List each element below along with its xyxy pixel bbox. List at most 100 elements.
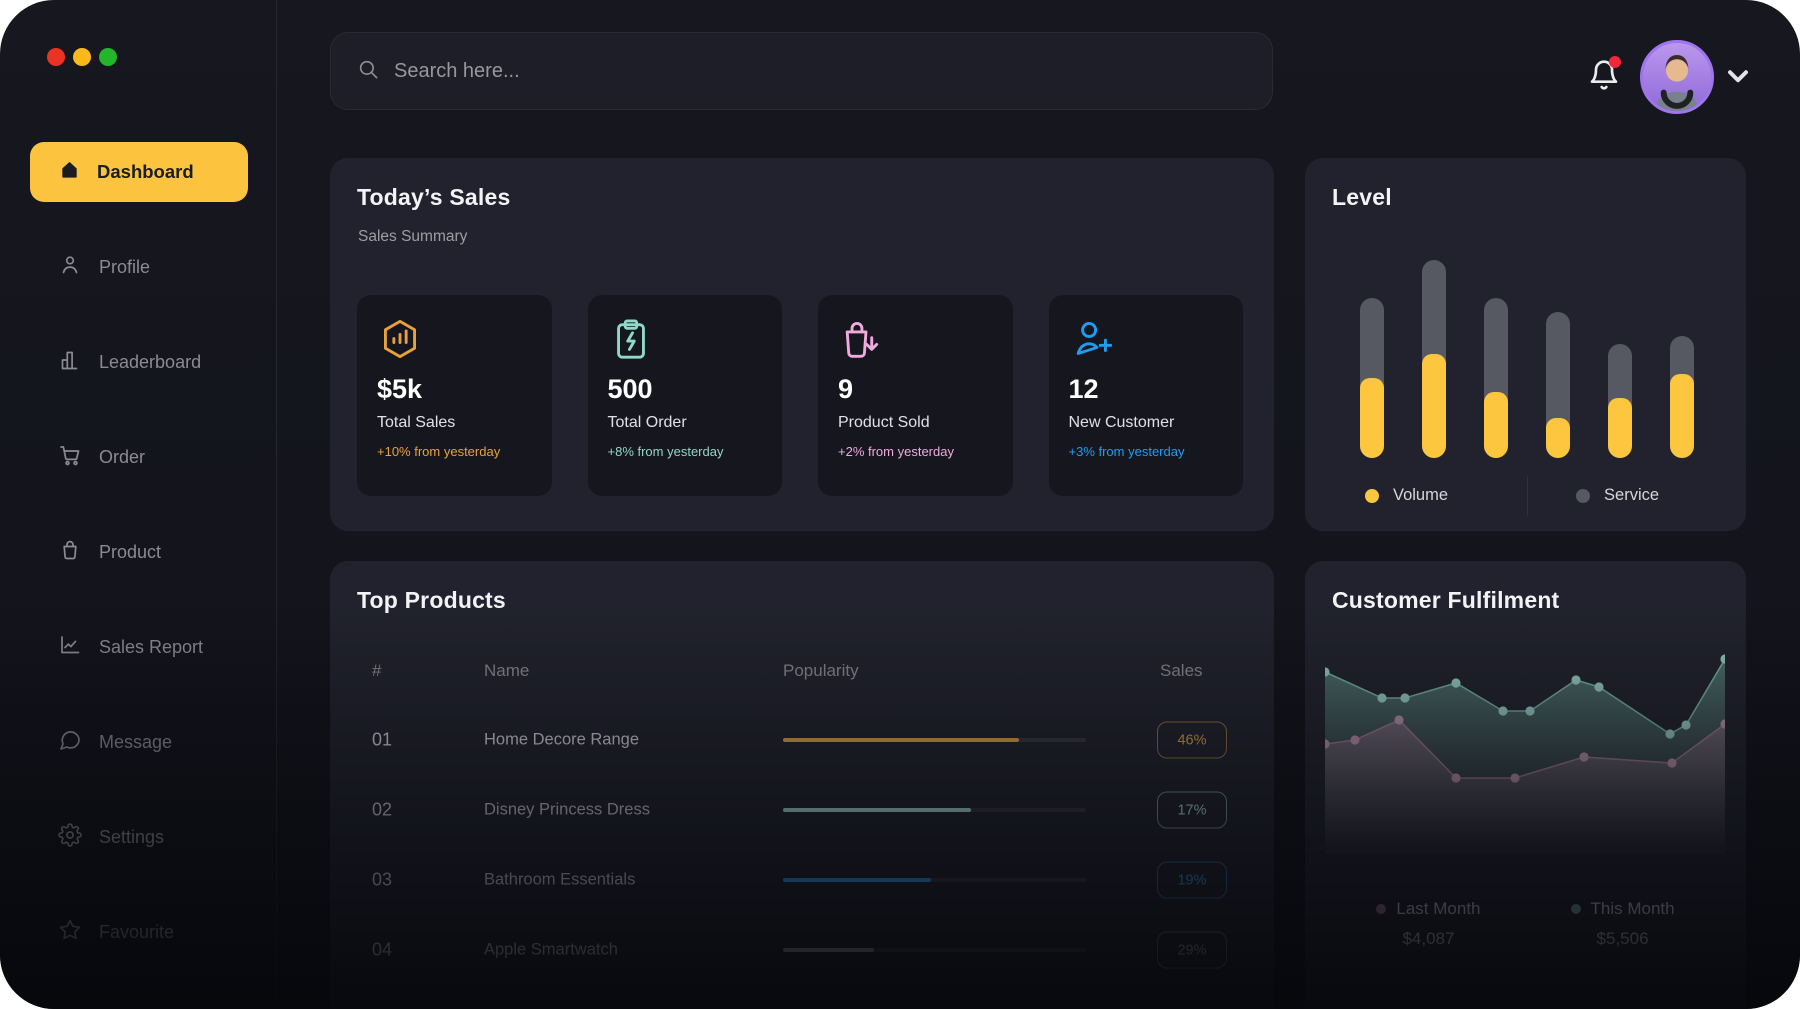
table-row[interactable]: 04Apple Smartwatch29% xyxy=(330,915,1274,985)
level-legend: Volume Service xyxy=(1365,486,1659,505)
stat-value: 9 xyxy=(838,374,993,405)
legend-item-this-month: This Month $5,506 xyxy=(1571,899,1675,949)
product-name: Bathroom Essentials xyxy=(484,871,635,890)
legend-item-last-month: Last Month $4,087 xyxy=(1376,899,1480,949)
window-controls xyxy=(47,48,117,66)
level-bar xyxy=(1608,344,1632,458)
sidebar-item-label: Profile xyxy=(99,257,150,278)
sidebar-item-label: Dashboard xyxy=(97,161,194,183)
top-products-card: Top Products # Name Popularity Sales 01H… xyxy=(330,561,1274,1009)
stat-card-total-sales: $5kTotal Sales+10% from yesterday xyxy=(357,295,552,496)
sidebar-item-label: Favourite xyxy=(99,922,174,943)
legend-value: $5,506 xyxy=(1571,929,1675,949)
card-title: Today’s Sales xyxy=(357,184,510,211)
product-index: 01 xyxy=(372,730,392,751)
sidebar-item-label: Order xyxy=(99,447,145,468)
stat-delta: +2% from yesterday xyxy=(838,444,993,459)
service-legend-dot xyxy=(1576,489,1590,503)
sales-badge: 29% xyxy=(1157,932,1227,969)
sidebar-item-label: Message xyxy=(99,732,172,753)
column-header-index: # xyxy=(372,661,381,681)
product-name: Disney Princess Dress xyxy=(484,801,650,820)
clipboard-bolt-icon xyxy=(608,316,763,362)
column-header-popularity: Popularity xyxy=(783,661,859,681)
sidebar-item-leaderboard[interactable]: Leaderboard xyxy=(30,332,248,392)
popularity-bar xyxy=(783,878,1086,882)
sidebar-item-sales-report[interactable]: Sales Report xyxy=(30,617,248,677)
legend-label: This Month xyxy=(1591,899,1675,919)
sidebar-item-settings[interactable]: Settings xyxy=(30,807,248,867)
search-input[interactable] xyxy=(394,60,1246,83)
sales-badge: 46% xyxy=(1157,722,1227,759)
avatar-photo xyxy=(1643,43,1711,111)
minimize-button[interactable] xyxy=(73,48,91,66)
product-name: Apple Smartwatch xyxy=(484,941,618,960)
bag-arrow-down-icon xyxy=(838,316,993,362)
gear-icon xyxy=(58,823,82,852)
stat-label: New Customer xyxy=(1069,414,1224,432)
level-bar xyxy=(1546,312,1570,458)
product-name: Home Decore Range xyxy=(484,731,639,750)
avatar[interactable] xyxy=(1640,40,1714,114)
sidebar: Dashboard Profile Leaderboard Order Product… xyxy=(0,0,277,1009)
level-bar xyxy=(1360,298,1384,458)
stat-delta: +3% from yesterday xyxy=(1069,444,1224,459)
card-title: Level xyxy=(1332,184,1392,211)
hexagon-bars-icon xyxy=(377,316,532,362)
stat-label: Product Sold xyxy=(838,414,993,432)
sidebar-item-profile[interactable]: Profile xyxy=(30,237,248,297)
zoom-button[interactable] xyxy=(99,48,117,66)
popularity-bar xyxy=(783,948,1086,952)
table-row[interactable]: 02Disney Princess Dress17% xyxy=(330,775,1274,845)
popularity-bar-fill xyxy=(783,878,931,882)
stat-delta: +10% from yesterday xyxy=(377,444,532,459)
table-row[interactable]: 03Bathroom Essentials19% xyxy=(330,845,1274,915)
popularity-bar xyxy=(783,738,1086,742)
legend-value: $4,087 xyxy=(1376,929,1480,949)
sidebar-item-message[interactable]: Message xyxy=(30,712,248,772)
chevron-down-icon xyxy=(1718,79,1758,96)
level-card: Level Volume Service xyxy=(1305,158,1746,531)
user-icon xyxy=(58,253,82,282)
user-plus-icon xyxy=(1069,316,1224,362)
stat-card-new-customer: 12 New Customer +3% from yesterday xyxy=(1049,295,1244,496)
popularity-bar xyxy=(783,808,1086,812)
message-icon xyxy=(58,728,82,757)
sales-badge: 19% xyxy=(1157,862,1227,899)
sidebar-item-label: Product xyxy=(99,542,161,563)
product-index: 02 xyxy=(372,800,392,821)
stat-value: $5k xyxy=(377,374,532,405)
sidebar-item-label: Sales Report xyxy=(99,637,203,658)
star-icon xyxy=(58,918,82,947)
card-title: Customer Fulfilment xyxy=(1332,587,1559,614)
sidebar-item-label: Settings xyxy=(99,827,164,848)
sidebar-item-dashboard[interactable]: Dashboard xyxy=(30,142,248,202)
sidebar-item-product[interactable]: Product xyxy=(30,522,248,582)
column-header-name: Name xyxy=(484,661,529,681)
bag-icon xyxy=(58,538,82,567)
profile-menu-button[interactable] xyxy=(1718,60,1758,92)
legend-label: Last Month xyxy=(1396,899,1480,919)
sidebar-item-favourite[interactable]: Favourite xyxy=(30,902,248,962)
level-bar xyxy=(1422,260,1446,458)
leaderboard-icon xyxy=(58,348,82,377)
chart-line-icon xyxy=(58,633,82,662)
sidebar-item-order[interactable]: Order xyxy=(30,427,248,487)
volume-legend-dot xyxy=(1365,489,1379,503)
app-window: Dashboard Profile Leaderboard Order Product… xyxy=(0,0,1800,1009)
home-icon xyxy=(58,158,81,186)
stat-label: Total Order xyxy=(608,414,763,432)
notifications-button[interactable] xyxy=(1576,47,1632,103)
level-bar xyxy=(1484,298,1508,458)
stat-tiles: $5kTotal Sales+10% from yesterday 500 Tota… xyxy=(357,295,1243,496)
search-icon xyxy=(357,58,379,85)
popularity-bar-fill xyxy=(783,738,1019,742)
stat-card-total-order: 500Total Order+8% from yesterday xyxy=(588,295,783,496)
search-bar[interactable] xyxy=(330,32,1273,110)
stat-value: 12 xyxy=(1069,374,1224,405)
table-row[interactable]: 01 Home Decore Range 46% xyxy=(330,705,1274,775)
close-button[interactable] xyxy=(47,48,65,66)
stat-value: 500 xyxy=(608,374,763,405)
stat-card-product-sold: 9 Product Sold +2% from yesterday xyxy=(818,295,1013,496)
level-bar-chart xyxy=(1360,258,1694,458)
